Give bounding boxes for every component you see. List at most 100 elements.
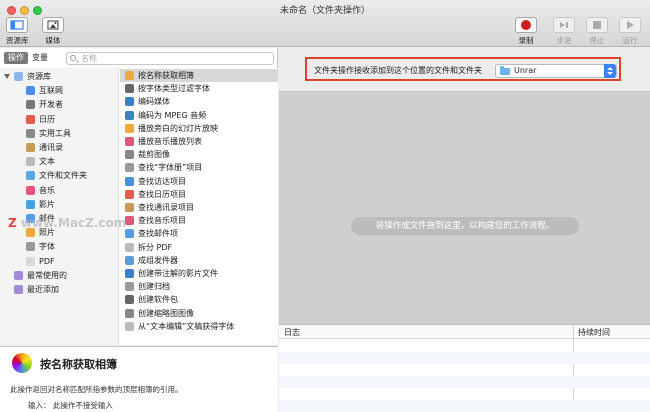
action-icon xyxy=(125,150,134,160)
action-item[interactable]: 查找邮件项 xyxy=(120,227,278,240)
category-icon xyxy=(26,242,35,252)
category-icon xyxy=(26,86,35,96)
action-label: 创建归档 xyxy=(138,282,170,292)
action-icon xyxy=(125,308,134,318)
action-icon xyxy=(125,123,134,133)
action-label: 查找通讯录项目 xyxy=(138,203,194,212)
action-icon xyxy=(125,269,134,278)
search-input[interactable]: 名称 xyxy=(66,52,274,65)
action-icon xyxy=(125,216,134,226)
action-item[interactable]: 查找音乐项目 xyxy=(120,214,278,227)
drop-hint: 将操作或文件拖到这里，以构建您的工作流程。 xyxy=(351,217,579,235)
action-item[interactable]: 查找访达项目 xyxy=(120,175,278,188)
folder-popup[interactable]: Unrar xyxy=(495,64,617,78)
category-label: PDF xyxy=(39,256,55,266)
media-icon xyxy=(42,17,64,33)
action-description-panel: 按名称获取相簿 此操作返回对名称匹配所指参数的顶层相簿的引用。 输入： 此操作不… xyxy=(0,346,278,412)
action-item[interactable]: 查找通讯录项目 xyxy=(120,201,278,214)
category-item[interactable]: 最常使用的 xyxy=(0,269,119,282)
category-label: 实用工具 xyxy=(39,128,71,138)
record-button[interactable]: 录制 xyxy=(515,17,537,46)
tab-actions[interactable]: 操作 xyxy=(4,52,28,64)
action-label: 按字体类型过滤字体 xyxy=(138,84,210,94)
action-label: 创建带注解的影片文件 xyxy=(138,269,218,278)
category-icon xyxy=(26,157,35,167)
action-label: 按名称获取相簿 xyxy=(138,71,194,80)
record-label: 录制 xyxy=(518,36,534,45)
receive-bar: 文件夹操作接收添加到这个位置的文件和文件夹 Unrar xyxy=(279,48,650,92)
action-item[interactable]: 查找“字体册”项目 xyxy=(120,161,278,174)
step-button[interactable]: 步进 xyxy=(553,17,575,46)
category-icon xyxy=(26,185,35,195)
category-item[interactable]: 文件和文件夹 xyxy=(0,169,119,182)
action-icon xyxy=(125,97,134,107)
action-label: 编码媒体 xyxy=(138,97,170,107)
action-icon xyxy=(125,282,134,292)
category-label: 最近添加 xyxy=(27,285,59,294)
category-label: 文件和文件夹 xyxy=(39,171,87,181)
description-input: 输入： 此操作不接受输入 xyxy=(28,401,113,410)
run-button[interactable]: 运行 xyxy=(619,17,641,46)
step-icon xyxy=(553,17,575,33)
action-item[interactable]: 查找日历项目 xyxy=(120,188,278,201)
action-label: 创建软件包 xyxy=(138,295,178,305)
media-button[interactable]: 媒体 xyxy=(42,17,64,46)
category-item[interactable]: 音乐 xyxy=(0,184,119,197)
log-column-log[interactable]: 日志 xyxy=(284,327,300,338)
library-segmented-control: 操作 变量 xyxy=(4,52,52,64)
action-item[interactable]: 播放旁白的幻灯片放映 xyxy=(120,122,278,135)
category-item[interactable]: 文本 xyxy=(0,155,119,168)
category-item[interactable]: 互联网 xyxy=(0,84,119,97)
category-item[interactable]: 字体 xyxy=(0,240,119,253)
action-item[interactable]: 裁剪图像 xyxy=(120,148,278,161)
action-item[interactable]: 创建软件包 xyxy=(120,293,278,306)
action-label: 播放音乐播放列表 xyxy=(138,137,202,146)
category-icon xyxy=(26,100,35,110)
watermark: Z www.MacZ.com xyxy=(8,216,126,230)
category-item[interactable]: PDF xyxy=(0,255,119,268)
action-item[interactable]: 拆分 PDF xyxy=(120,241,278,254)
action-label: 编码为 MPEG 音频 xyxy=(138,110,207,120)
category-item[interactable]: 资源库 xyxy=(0,70,119,83)
action-label: 查找邮件项 xyxy=(138,229,178,239)
action-label: 从“文本编辑”文稿获得字体 xyxy=(138,321,235,331)
action-icon xyxy=(125,189,134,199)
category-icon xyxy=(26,256,35,266)
library-icon xyxy=(6,17,29,33)
log-row xyxy=(279,376,650,388)
window-title: 未命名（文件夹操作） xyxy=(279,6,370,16)
action-icon xyxy=(125,242,134,252)
action-item[interactable]: 创建带注解的影片文件 xyxy=(120,267,278,280)
category-label: 影片 xyxy=(39,199,55,209)
log-row xyxy=(279,400,650,412)
category-item[interactable]: 通讯录 xyxy=(0,141,119,154)
action-item[interactable]: 创建归档 xyxy=(120,280,278,293)
category-item[interactable]: 日历 xyxy=(0,113,119,126)
log-column-duration[interactable]: 持续时间 xyxy=(578,327,610,338)
action-item[interactable]: 按名称获取相簿 xyxy=(120,69,278,82)
action-item[interactable]: 按字体类型过滤字体 xyxy=(120,82,278,95)
run-label: 运行 xyxy=(622,36,638,45)
category-icon xyxy=(26,128,35,138)
action-item[interactable]: 编码为 MPEG 音频 xyxy=(120,109,278,122)
action-list: 按名称获取相簿按字体类型过滤字体 编码媒体编码为 MPEG 音频播放旁白的幻灯片放… xyxy=(120,68,278,345)
category-icon xyxy=(26,114,35,124)
action-item[interactable]: 成组发件器 xyxy=(120,254,278,267)
category-item[interactable]: 最近添加 xyxy=(0,283,119,296)
library-button[interactable]: 资源库 xyxy=(6,17,29,46)
log-header: 日志 持续时间 xyxy=(279,325,650,412)
disclosure-icon[interactable] xyxy=(4,74,10,79)
action-item[interactable]: 编码媒体 xyxy=(120,95,278,108)
description-title: 按名称获取相簿 xyxy=(40,358,117,371)
action-item[interactable]: 播放音乐播放列表 xyxy=(120,135,278,148)
category-item[interactable]: 实用工具 xyxy=(0,127,119,140)
run-icon xyxy=(619,17,641,33)
category-label: 音乐 xyxy=(39,185,55,195)
tab-variables[interactable]: 变量 xyxy=(28,52,52,64)
action-item[interactable]: 从“文本编辑”文稿获得字体 xyxy=(120,320,278,333)
category-label: 互联网 xyxy=(39,86,63,96)
action-item[interactable]: 创建缩略图图像 xyxy=(120,307,278,320)
stop-button[interactable]: 停止 xyxy=(586,17,608,46)
category-item[interactable]: 影片 xyxy=(0,198,119,211)
category-item[interactable]: 开发者 xyxy=(0,98,119,111)
